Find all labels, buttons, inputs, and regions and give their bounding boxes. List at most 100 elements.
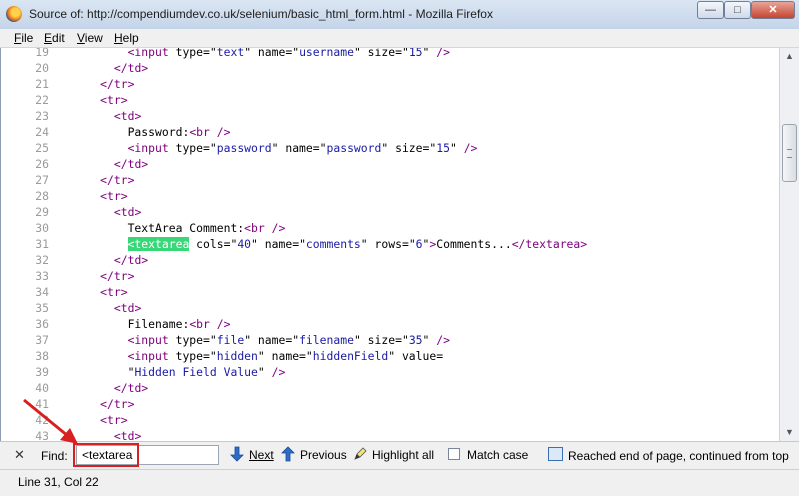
source-line: 36 Filename:<br /> (1, 316, 779, 332)
source-code-text: </tr> (100, 77, 135, 91)
source-line: 19 <input type="text" name="username" si… (1, 48, 779, 60)
arrow-down-icon (230, 446, 244, 462)
source-view[interactable]: 19 <input type="text" name="username" si… (0, 48, 779, 441)
line-number: 36 (35, 317, 49, 331)
line-number: 42 (35, 413, 49, 427)
line-number: 23 (35, 109, 49, 123)
arrow-up-icon (281, 446, 295, 462)
line-number: 32 (35, 253, 49, 267)
line-number: 38 (35, 349, 49, 363)
find-previous-button[interactable]: Previous (300, 448, 347, 462)
source-line: 38 <input type="hidden" name="hiddenFiel… (1, 348, 779, 364)
line-number: 40 (35, 381, 49, 395)
maximize-button[interactable]: □ (724, 1, 751, 19)
source-line: 30 TextArea Comment:<br /> (1, 220, 779, 236)
source-line: 25 <input type="password" name="password… (1, 140, 779, 156)
source-line: 27 </tr> (1, 172, 779, 188)
source-code-text: "Hidden Field Value" /> (59, 365, 286, 379)
firefox-icon (6, 6, 22, 22)
source-line: 26 </td> (1, 156, 779, 172)
find-input[interactable] (76, 445, 219, 465)
source-line: 37 <input type="file" name="filename" si… (1, 332, 779, 348)
source-line: 20 </td> (1, 60, 779, 76)
line-number: 22 (35, 93, 49, 107)
menu-bar: File Edit View Help (0, 29, 799, 48)
find-bar: ✕ Find: Next Previous Highlight all Matc… (0, 441, 799, 470)
source-line: 21 </tr> (1, 76, 779, 92)
source-line: 24 Password:<br /> (1, 124, 779, 140)
line-number: 25 (35, 141, 49, 155)
source-code-text: Password:<br /> (59, 125, 231, 139)
source-line: 29 <td> (1, 204, 779, 220)
source-code-text: <td> (113, 205, 142, 219)
minimize-button[interactable]: — (697, 1, 724, 19)
source-code-text: <input type="file" name="filename" size=… (127, 333, 450, 347)
line-number: 31 (35, 237, 49, 251)
source-code-text: </tr> (100, 173, 135, 187)
match-case-checkbox[interactable] (448, 448, 460, 460)
line-number: 21 (35, 77, 49, 91)
source-code-text: <textarea cols="40" name="comments" rows… (127, 237, 588, 251)
line-number: 41 (35, 397, 49, 411)
source-line: 34 <tr> (1, 284, 779, 300)
source-code-text: <input type="hidden" name="hiddenField" … (127, 349, 444, 363)
source-line: 41 </tr> (1, 396, 779, 412)
source-line: 31 <textarea cols="40" name="comments" r… (1, 236, 779, 252)
match-case-label[interactable]: Match case (467, 448, 528, 462)
highlighter-icon (354, 447, 367, 460)
source-line: 43 <td> (1, 428, 779, 441)
source-code-text: <td> (113, 429, 142, 441)
source-code-text: </tr> (100, 269, 135, 283)
line-number: 37 (35, 333, 49, 347)
source-code-text: <td> (113, 301, 142, 315)
line-number: 43 (35, 429, 49, 441)
source-code-text: <input type="text" name="username" size=… (127, 48, 450, 59)
source-line: 42 <tr> (1, 412, 779, 428)
source-code-text: <tr> (100, 285, 128, 299)
line-number: 19 (35, 48, 49, 59)
source-code-text: Filename:<br /> (59, 317, 231, 331)
line-number: 39 (35, 365, 49, 379)
source-code-text: <input type="password" name="password" s… (127, 141, 478, 155)
find-status-message: Reached end of page, continued from top (568, 449, 789, 463)
source-line: 39 "Hidden Field Value" /> (1, 364, 779, 380)
source-line: 35 <td> (1, 300, 779, 316)
highlight-all-button[interactable]: Highlight all (372, 448, 434, 462)
menu-edit[interactable]: Edit (44, 31, 65, 45)
wrap-around-icon (548, 447, 563, 461)
line-number: 26 (35, 157, 49, 171)
line-number: 24 (35, 125, 49, 139)
scroll-thumb[interactable] (782, 124, 797, 182)
line-number: 30 (35, 221, 49, 235)
vertical-scrollbar[interactable]: ▲ ▼ (779, 48, 799, 441)
close-find-bar-icon[interactable]: ✕ (14, 447, 25, 463)
find-next-button[interactable]: Next (249, 448, 274, 462)
scroll-down-icon[interactable]: ▼ (780, 424, 799, 441)
find-label: Find: (41, 449, 68, 463)
source-line: 23 <td> (1, 108, 779, 124)
source-code-text: <tr> (100, 413, 128, 427)
line-number: 29 (35, 205, 49, 219)
menu-file[interactable]: File (14, 31, 33, 45)
line-number: 27 (35, 173, 49, 187)
source-code-text: </tr> (100, 397, 135, 411)
source-line: 40 </td> (1, 380, 779, 396)
window-title: Source of: http://compendiumdev.co.uk/se… (29, 7, 493, 21)
source-code-text: <tr> (100, 189, 128, 203)
source-code-text: </td> (113, 157, 149, 171)
source-code-text: </td> (113, 61, 149, 75)
line-number: 33 (35, 269, 49, 283)
scroll-up-icon[interactable]: ▲ (780, 48, 799, 65)
line-number: 35 (35, 301, 49, 315)
menu-help[interactable]: Help (114, 31, 139, 45)
source-line: 33 </tr> (1, 268, 779, 284)
line-number: 20 (35, 61, 49, 75)
source-code-text: TextArea Comment:<br /> (59, 221, 286, 235)
source-code-text: </td> (113, 253, 149, 267)
source-line: 22 <tr> (1, 92, 779, 108)
line-number: 28 (35, 189, 49, 203)
close-button[interactable]: ✕ (751, 1, 795, 19)
menu-view[interactable]: View (77, 31, 103, 45)
source-code-text: <tr> (100, 93, 128, 107)
title-bar: Source of: http://compendiumdev.co.uk/se… (0, 0, 799, 30)
